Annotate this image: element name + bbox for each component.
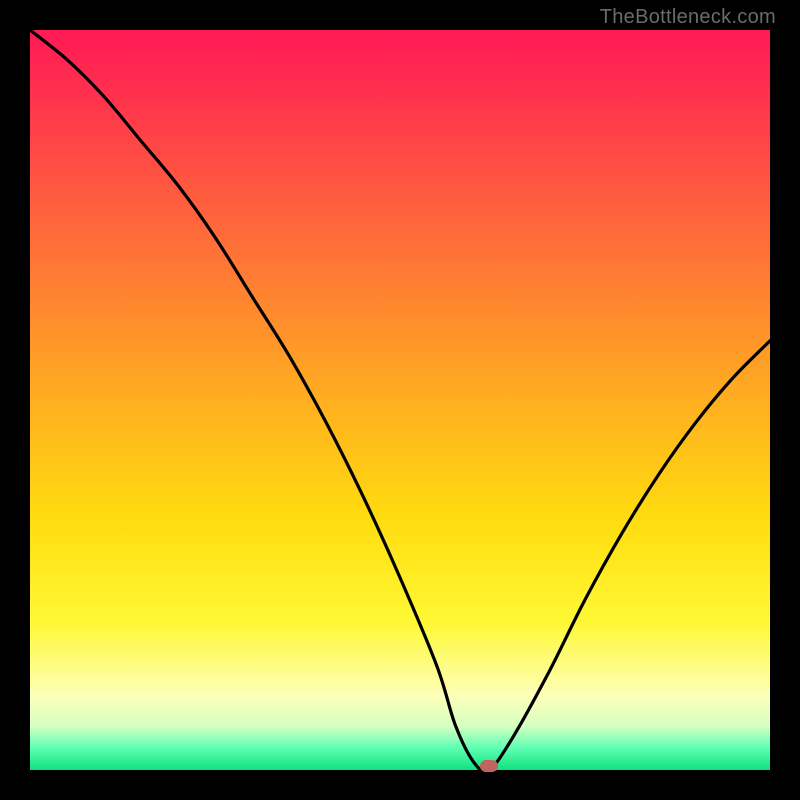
curve-svg	[30, 30, 770, 770]
chart-frame: TheBottleneck.com	[0, 0, 800, 800]
bottleneck-curve-path	[30, 30, 770, 770]
optimal-marker	[480, 760, 498, 772]
plot-area	[30, 30, 770, 770]
watermark-text: TheBottleneck.com	[600, 6, 776, 29]
